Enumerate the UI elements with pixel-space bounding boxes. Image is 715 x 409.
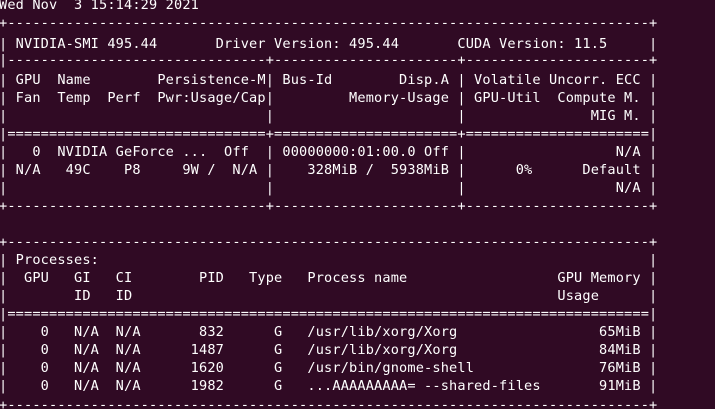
- gpu-header-divider: |===============================+=======…: [0, 126, 658, 142]
- gpu-row-2: | N/A 49C P8 9W / N/A | 328MiB / 5938MiB…: [0, 162, 658, 178]
- processes-top-border: +---------------------------------------…: [0, 234, 658, 250]
- processes-header-divider: |=======================================…: [0, 306, 658, 322]
- processes-header-row-2: | ID ID Usage |: [0, 288, 658, 304]
- gpu-header-separator: |-------------------------------+-------…: [0, 52, 658, 68]
- gpu-row-1: | 0 NVIDIA GeForce ... Off | 00000000:01…: [0, 144, 658, 160]
- processes-bottom-border: +---------------------------------------…: [0, 397, 658, 409]
- process-row: | 0 N/A N/A 1620 G /usr/bin/gnome-shell …: [0, 360, 658, 376]
- table-top-border: +---------------------------------------…: [0, 15, 658, 31]
- gpu-header-row-1: | GPU Name Persistence-M| Bus-Id Disp.A …: [0, 72, 658, 88]
- processes-header-row-1: | GPU GI CI PID Type Process name GPU Me…: [0, 270, 658, 286]
- process-row: | 0 N/A N/A 1982 G ...AAAAAAAAA= --share…: [0, 378, 658, 394]
- process-row: | 0 N/A N/A 832 G /usr/lib/xorg/Xorg 65M…: [0, 324, 658, 340]
- process-row: | 0 N/A N/A 1487 G /usr/lib/xorg/Xorg 84…: [0, 342, 658, 358]
- timestamp-line: Wed Nov 3 15:14:29 2021: [0, 0, 200, 13]
- gpu-header-row-3: | | | MIG M. |: [0, 108, 658, 124]
- terminal-window[interactable]: Wed Nov 3 15:14:29 2021 +---------------…: [0, 0, 715, 409]
- processes-title: | Processes: |: [0, 252, 658, 268]
- gpu-row-3: | | | N/A |: [0, 180, 658, 196]
- gpu-header-row-2: | Fan Temp Perf Pwr:Usage/Cap| Memory-Us…: [0, 90, 658, 106]
- gpu-table-bottom-border: +-------------------------------+-------…: [0, 198, 658, 214]
